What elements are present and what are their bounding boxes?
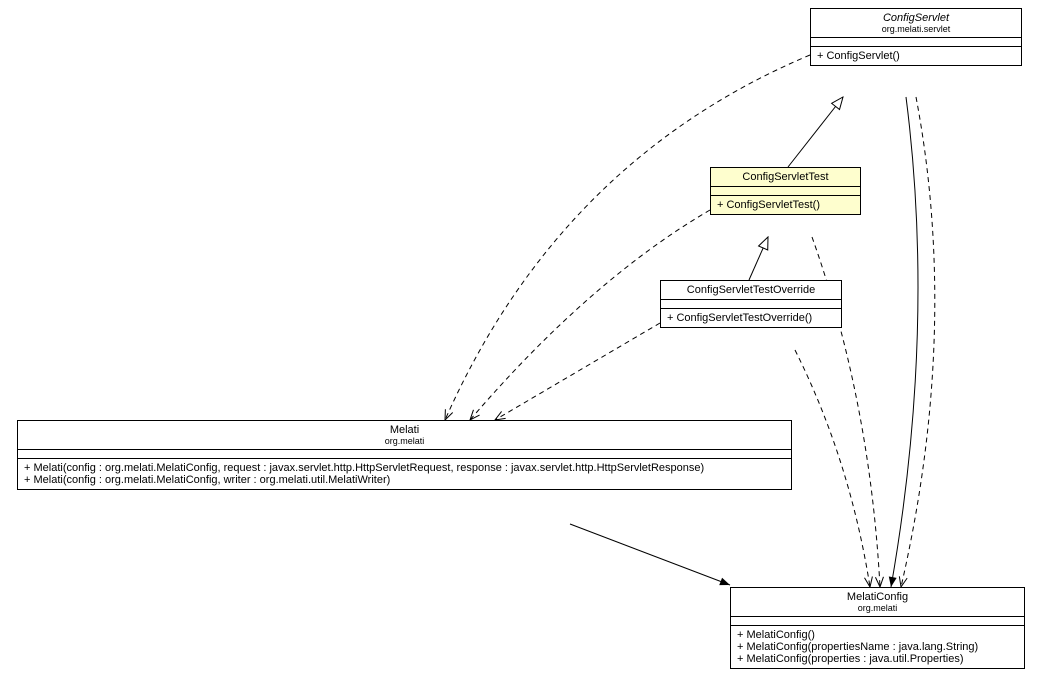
method: + Melati(config : org.melati.MelatiConfi… bbox=[24, 462, 785, 474]
method: + ConfigServletTestOverride() bbox=[667, 312, 835, 324]
method: + ConfigServletTest() bbox=[717, 199, 854, 211]
method: + MelatiConfig(properties : java.util.Pr… bbox=[737, 653, 1018, 665]
method: + MelatiConfig() bbox=[737, 629, 1018, 641]
class-package: org.melati.servlet bbox=[817, 24, 1015, 34]
class-config-servlet: ConfigServlet org.melati.servlet + Confi… bbox=[810, 8, 1022, 66]
class-package: org.melati bbox=[737, 603, 1018, 613]
class-name: ConfigServletTestOverride bbox=[667, 284, 835, 296]
class-name: ConfigServletTest bbox=[717, 171, 854, 183]
class-melati-config: MelatiConfig org.melati + MelatiConfig()… bbox=[730, 587, 1025, 669]
class-name: MelatiConfig bbox=[737, 591, 1018, 603]
class-config-servlet-test-override: ConfigServletTestOverride + ConfigServle… bbox=[660, 280, 842, 328]
method: + ConfigServlet() bbox=[817, 50, 1015, 62]
uml-diagram: Melati (dashed dependency) --> Melati (d… bbox=[0, 0, 1041, 680]
class-name: Melati bbox=[24, 424, 785, 436]
class-melati: Melati org.melati + Melati(config : org.… bbox=[17, 420, 792, 490]
method: + MelatiConfig(propertiesName : java.lan… bbox=[737, 641, 1018, 653]
class-package: org.melati bbox=[24, 436, 785, 446]
class-config-servlet-test: ConfigServletTest + ConfigServletTest() bbox=[710, 167, 861, 215]
class-name: ConfigServlet bbox=[817, 12, 1015, 24]
method: + Melati(config : org.melati.MelatiConfi… bbox=[24, 474, 785, 486]
